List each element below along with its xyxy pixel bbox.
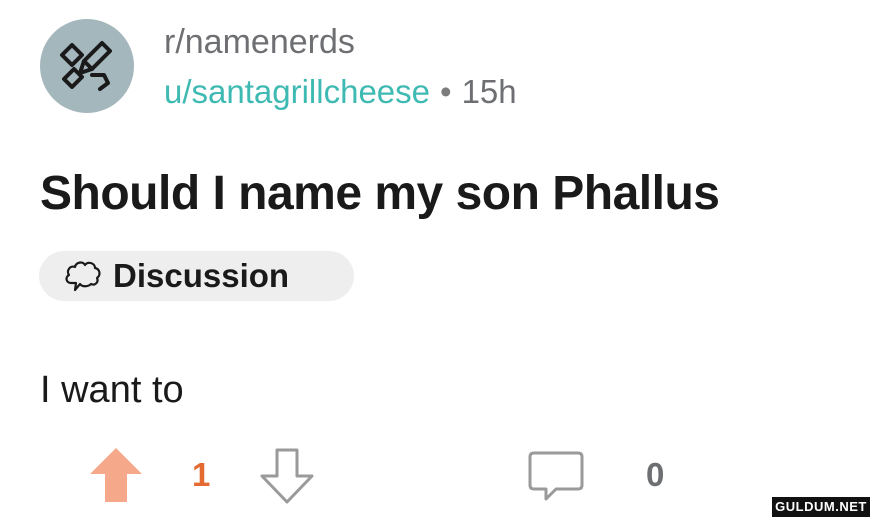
post-meta: u/santagrillcheese • 15h — [164, 72, 517, 112]
watermark: GULDUM.NET — [772, 497, 870, 517]
post-body: I want to — [40, 369, 184, 411]
speech-bubble-icon — [65, 261, 101, 292]
subreddit-name[interactable]: r/namenerds — [164, 22, 355, 62]
downvote-button[interactable] — [258, 446, 316, 511]
upvote-arrow-icon — [90, 448, 142, 502]
author-username[interactable]: u/santagrillcheese — [164, 73, 430, 110]
comments-button[interactable] — [526, 449, 586, 510]
comment-bubble-icon — [528, 451, 584, 501]
comment-count: 0 — [646, 456, 665, 493]
upvote-button[interactable] — [88, 446, 144, 509]
downvote-arrow-icon — [260, 448, 314, 504]
pencil-and-name-tag-icon — [60, 41, 112, 91]
post-title[interactable]: Should I name my son Phallus — [40, 164, 720, 224]
post-time: 15h — [461, 73, 517, 110]
vote-score: 1 — [192, 456, 211, 493]
subreddit-avatar[interactable] — [40, 19, 134, 113]
post-flair[interactable]: Discussion — [39, 251, 354, 301]
flair-label: Discussion — [113, 257, 290, 294]
meta-separator: • — [440, 73, 452, 110]
